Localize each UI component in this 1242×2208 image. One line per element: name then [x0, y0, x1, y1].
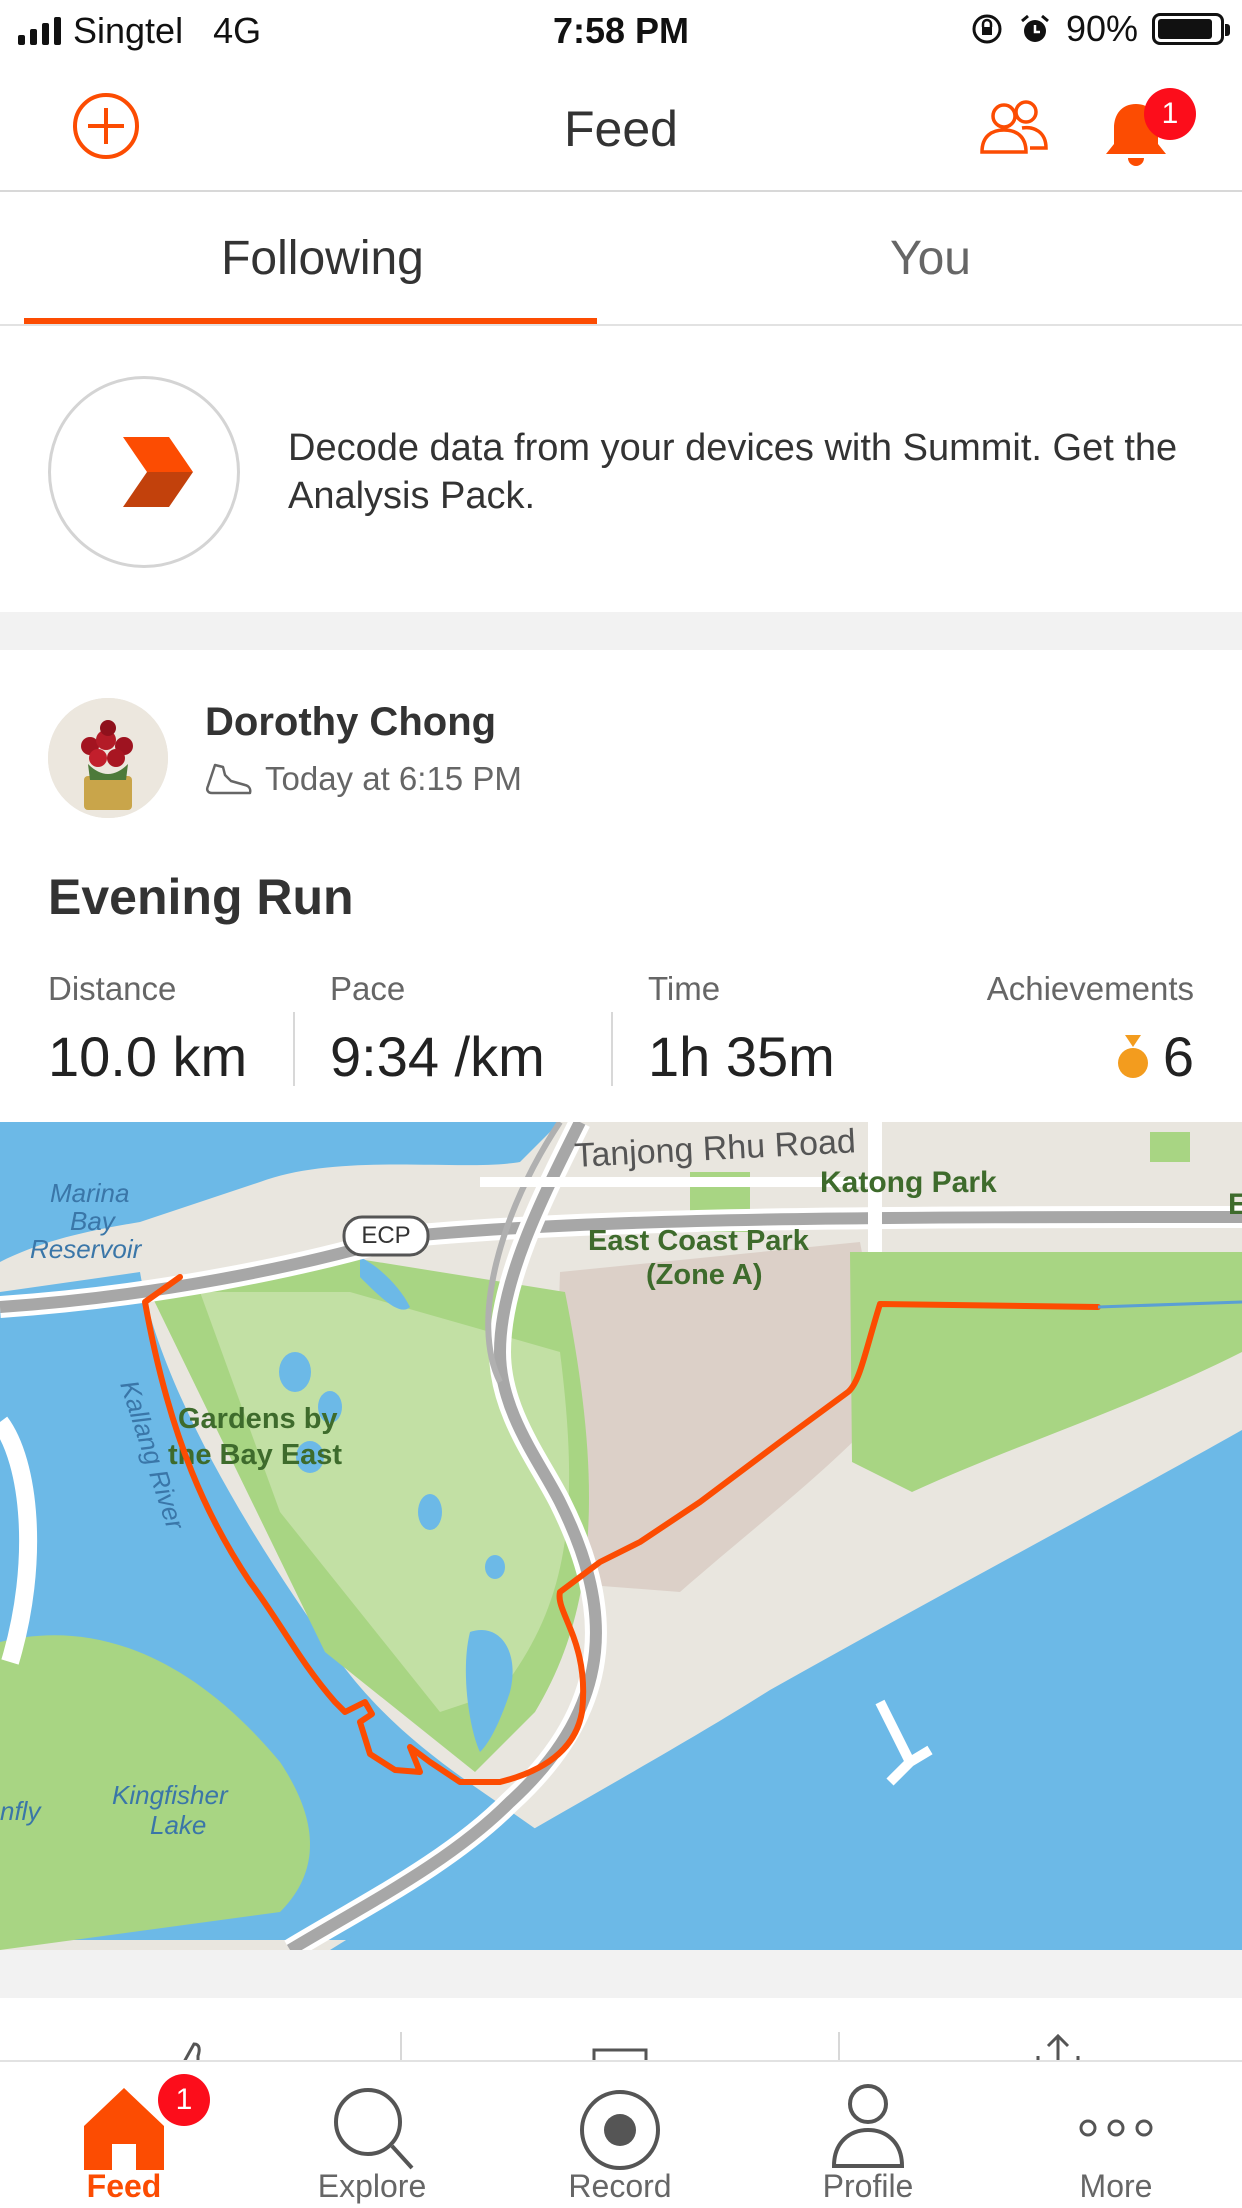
stat-label: Time	[648, 970, 721, 1007]
shoe-icon	[205, 763, 252, 795]
page-title: Feed	[564, 101, 678, 157]
map-label-fly: nfly	[0, 1796, 42, 1826]
stat-divider	[611, 1012, 613, 1086]
active-tab-indicator	[24, 318, 597, 324]
activity-card: Dorothy Chong Today at 6:15 PM Evening R…	[0, 650, 1242, 1950]
map-label-gardens-1: Gardens by	[178, 1403, 338, 1435]
notifications-button[interactable]: 1	[1098, 88, 1198, 170]
summit-promo-card[interactable]: Decode data from your devices with Summi…	[0, 326, 1242, 612]
map-label-kingfisher-2: Lake	[150, 1810, 206, 1840]
tab-bar-more[interactable]: More	[992, 2062, 1240, 2208]
stat-label: Achievements	[986, 970, 1194, 1007]
search-icon	[334, 2088, 414, 2170]
summit-logo-icon	[48, 376, 240, 568]
map-label-gardens-2: the Bay East	[168, 1439, 342, 1471]
avatar[interactable]	[48, 698, 168, 818]
tab-bar-label: Profile	[822, 2168, 914, 2204]
nav-bar: Feed 1	[0, 62, 1242, 192]
map-label-marina-3: Reservoir	[30, 1234, 143, 1264]
battery-percent: 90%	[1065, 8, 1138, 49]
map-label-east-coast-park-zone: (Zone A)	[646, 1259, 763, 1291]
stat-achievements[interactable]: Achievements 6	[987, 970, 1194, 1089]
find-friends-button[interactable]	[978, 98, 1050, 158]
status-bar: Singtel 4G 7:58 PM 90%	[0, 0, 1242, 62]
activity-actions	[0, 1998, 1242, 2080]
medal-icon	[1117, 1034, 1148, 1078]
stat-label: Distance	[48, 970, 177, 1007]
map-label-ecp: ECP	[361, 1222, 410, 1249]
stat-divider	[293, 1012, 295, 1086]
tab-bar-explore[interactable]: Explore	[248, 2062, 496, 2208]
stat-pace: Pace 9:34 /km	[330, 970, 545, 1089]
orientation-lock-icon	[972, 14, 1002, 44]
tab-bar-record[interactable]: Record	[496, 2062, 744, 2208]
stat-distance: Distance 10.0 km	[48, 970, 247, 1089]
activity-stats: Distance 10.0 km Pace 9:34 /km Time 1h 3…	[0, 970, 1242, 1090]
activity-timestamp: Today at 6:15 PM	[265, 760, 522, 797]
map-label-east-coast-park: East Coast Park	[588, 1225, 810, 1257]
notification-badge: 1	[1144, 88, 1196, 140]
stat-value: 9:34 /km	[330, 1025, 545, 1088]
map-label-kingfisher-1: Kingfisher	[112, 1780, 229, 1810]
map-label-edge: E	[1228, 1188, 1242, 1221]
map-label-katong-park: Katong Park	[820, 1166, 997, 1199]
promo-text: Decode data from your devices with Summi…	[288, 427, 1178, 517]
person-icon	[831, 2084, 905, 2168]
tab-you[interactable]: You	[632, 194, 1229, 326]
action-divider	[838, 2032, 840, 2060]
stat-value: 1h 35m	[648, 1025, 835, 1088]
tab-bar-label: Explore	[317, 2168, 427, 2204]
tab-bar-feed[interactable]: 1 Feed	[0, 2062, 248, 2208]
action-divider	[400, 2032, 402, 2060]
record-icon	[580, 2090, 660, 2170]
stat-time: Time 1h 35m	[648, 970, 835, 1089]
section-divider	[0, 612, 1242, 650]
feed-tabs: Following You	[0, 194, 1242, 326]
map-label-marina-1: Marina	[50, 1178, 129, 1208]
tab-bar-profile[interactable]: Profile	[744, 2062, 992, 2208]
battery-icon	[1152, 13, 1230, 45]
more-icon	[1079, 2119, 1153, 2137]
tab-bar-label: More	[1079, 2168, 1153, 2204]
athlete-name[interactable]: Dorothy Chong	[205, 700, 496, 745]
stat-value: 10.0 km	[48, 1025, 248, 1088]
activity-meta: Today at 6:15 PM	[205, 760, 522, 798]
tab-bar-label: Record	[568, 2168, 672, 2204]
activity-title[interactable]: Evening Run	[48, 868, 354, 926]
feed-badge: 1	[158, 2074, 210, 2126]
tab-following[interactable]: Following	[24, 194, 621, 326]
alarm-icon	[1020, 14, 1049, 42]
route-map[interactable]: ECP Tanjong Rhu Road Katong Park Marina …	[0, 1122, 1242, 1950]
stat-label: Pace	[330, 970, 406, 1007]
tab-bar-label: Feed	[86, 2168, 162, 2204]
achievement-count: 6	[1162, 1025, 1194, 1088]
map-label-marina-2: Bay	[70, 1206, 117, 1236]
bottom-tab-bar: 1 Feed Explore Record Profile More	[0, 2060, 1242, 2208]
